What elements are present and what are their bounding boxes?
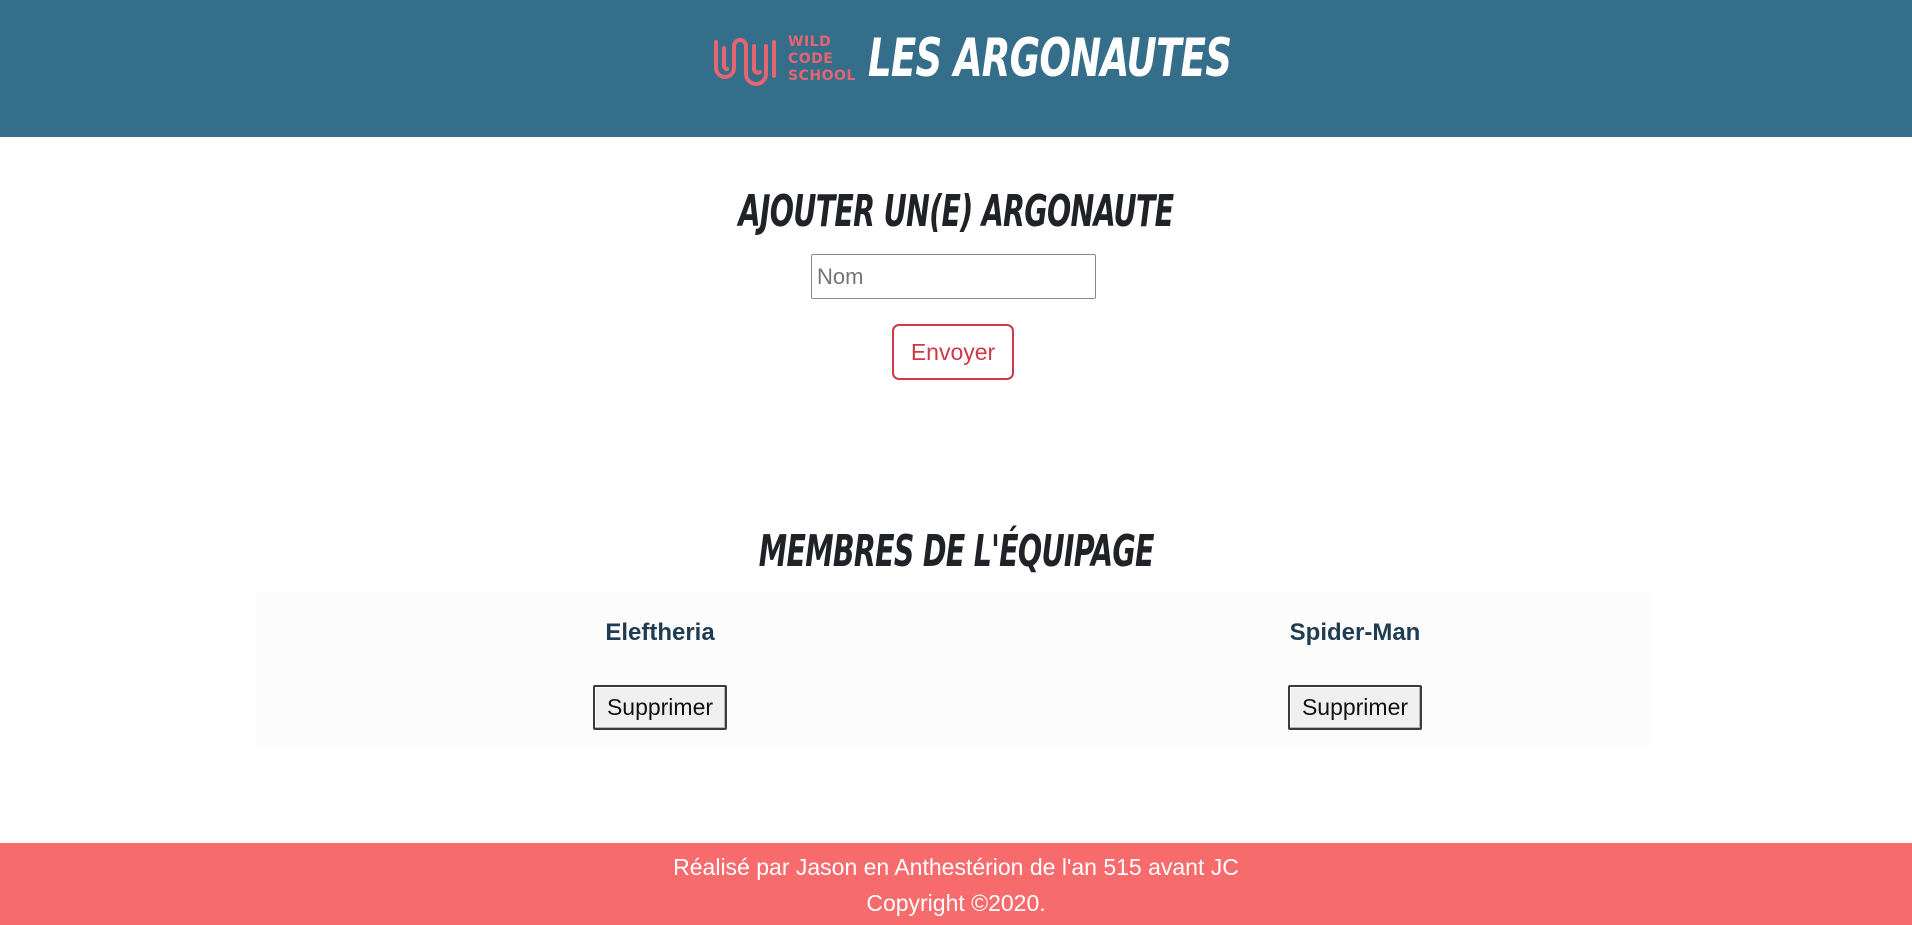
- site-title: Les Argonautes: [868, 28, 1232, 89]
- add-argonaut-title: Ajouter un(e) Argonaute: [0, 180, 1912, 244]
- delete-member-button[interactable]: Supprimer: [1288, 685, 1422, 730]
- logo-line-code: CODE: [788, 51, 834, 67]
- crew-member-name: Eleftheria: [605, 619, 715, 646]
- wild-code-school-logo-icon: [714, 38, 776, 86]
- logo-line-school: SCHOOL: [788, 68, 856, 84]
- crew-member-list: Eleftheria Supprimer Spider-Man Supprime…: [256, 592, 1649, 748]
- site-header: WILD CODE SCHOOL Les Argonautes: [0, 0, 1912, 137]
- footer-copyright: Copyright ©2020.: [866, 890, 1046, 916]
- site-footer: Réalisé par Jason en Anthestérion de l'a…: [0, 843, 1912, 925]
- delete-member-button[interactable]: Supprimer: [593, 685, 727, 730]
- crew-member-card: Spider-Man Supprimer: [1155, 592, 1555, 748]
- crew-members-title-text: Membres de l'équipage: [758, 526, 1155, 577]
- crew-member-name: Spider-Man: [1289, 619, 1421, 646]
- crew-member-card: Eleftheria Supprimer: [460, 592, 860, 748]
- name-input[interactable]: [811, 254, 1096, 299]
- crew-members-title: Membres de l'équipage: [0, 520, 1912, 584]
- add-argonaut-title-text: Ajouter un(e) Argonaute: [738, 186, 1175, 237]
- wild-code-school-logo: WILD CODE SCHOOL: [712, 32, 860, 90]
- logo-wordmark: WILD CODE SCHOOL: [788, 34, 860, 85]
- send-button[interactable]: Envoyer: [892, 324, 1014, 380]
- logo-line-wild: WILD: [788, 34, 832, 50]
- footer-credit: Réalisé par Jason en Anthestérion de l'a…: [673, 854, 1239, 880]
